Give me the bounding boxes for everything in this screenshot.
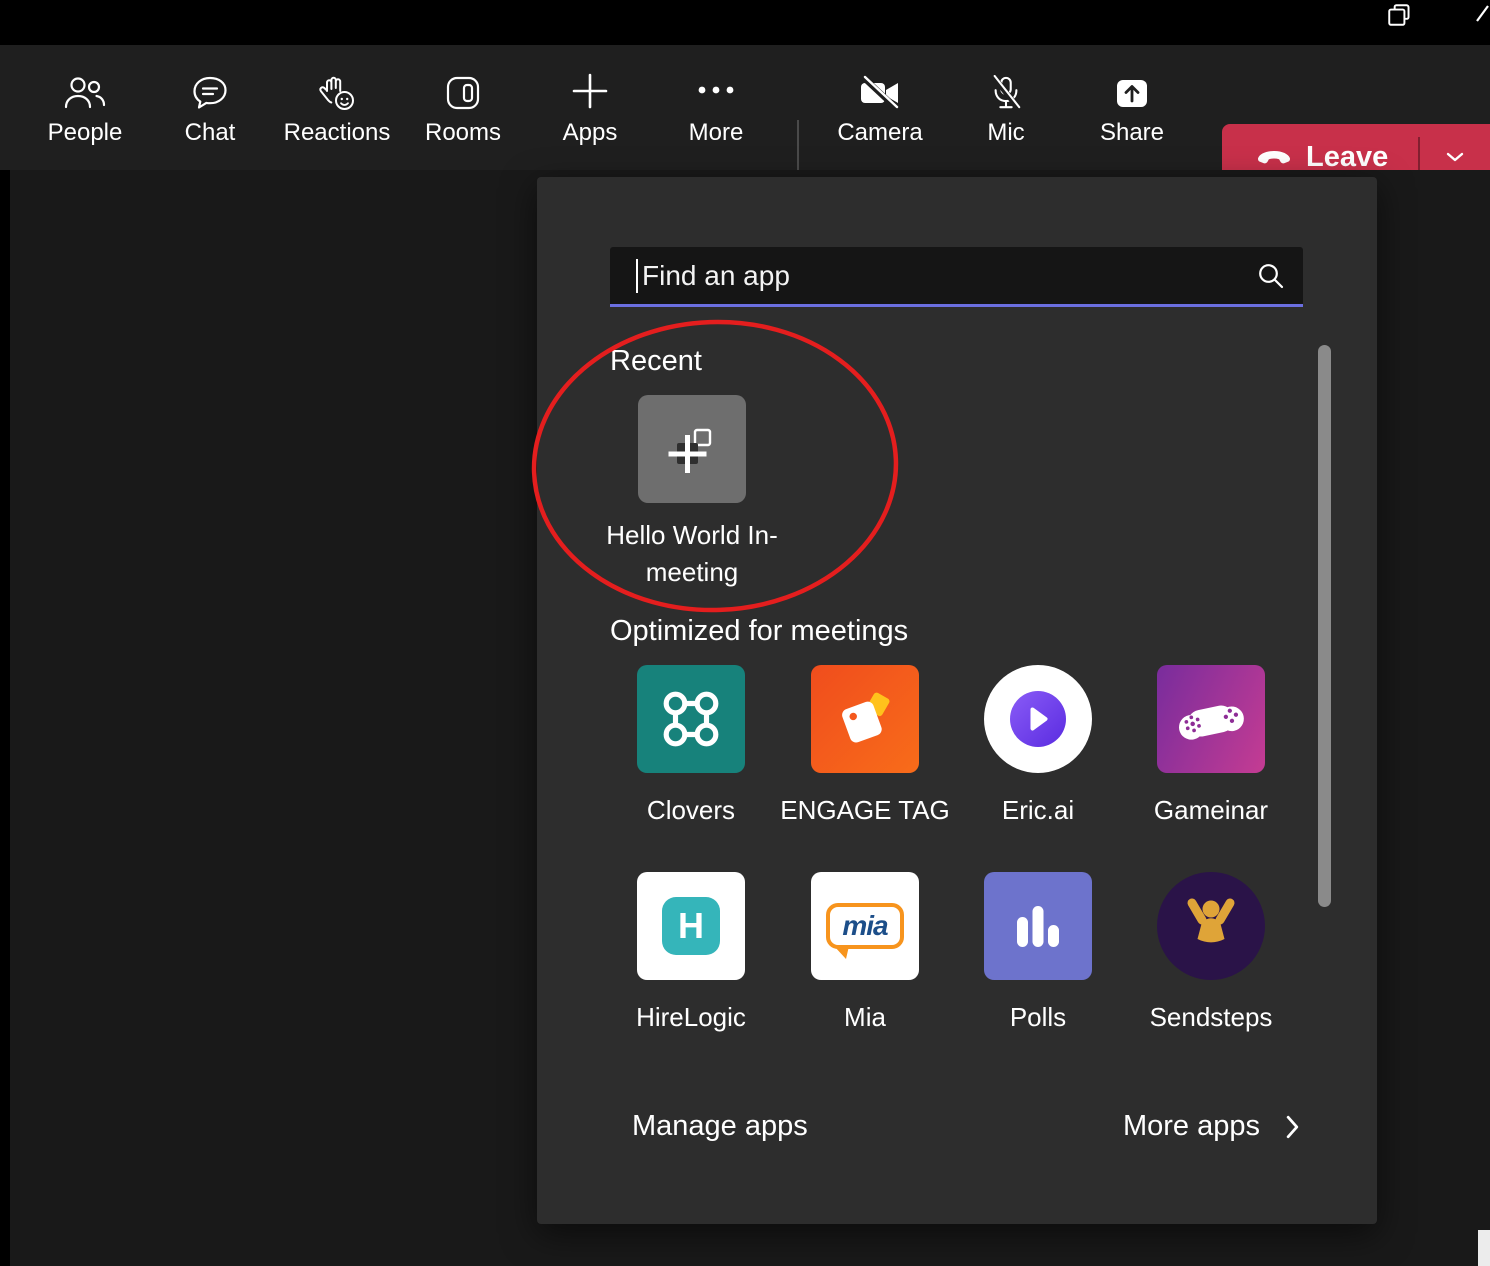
panel-scrollbar-thumb[interactable] xyxy=(1318,345,1331,907)
stage-left-edge xyxy=(0,170,10,1266)
speech-bubble-tail xyxy=(834,946,849,959)
app-tile-gameinar[interactable] xyxy=(1157,665,1265,773)
apps-flyout-panel: Recent Hello World In-meeting Optimized … xyxy=(537,177,1377,1224)
hirelogic-logo-icon: H xyxy=(662,897,720,955)
app-tile-sendsteps[interactable] xyxy=(1157,872,1265,980)
search-input[interactable] xyxy=(640,258,1257,293)
app-tile-mia[interactable]: mia xyxy=(811,872,919,980)
chevron-right-icon xyxy=(1286,1115,1299,1138)
reactions-icon xyxy=(317,69,357,111)
toolbar-item-rooms[interactable]: Rooms xyxy=(405,69,521,146)
toolbar-item-more[interactable]: More xyxy=(658,69,774,146)
window-close-icon[interactable] xyxy=(1474,2,1490,29)
app-tile-engage-tag[interactable] xyxy=(811,665,919,773)
app-tile-clovers[interactable] xyxy=(637,665,745,773)
app-label-eric-ai[interactable]: Eric.ai xyxy=(951,792,1125,829)
share-icon xyxy=(1113,69,1151,111)
cheering-person-icon xyxy=(1179,894,1243,958)
manage-apps-label: Manage apps xyxy=(632,1110,808,1142)
more-icon xyxy=(696,69,736,111)
toolbar-label: Chat xyxy=(184,119,236,146)
price-tag-icon xyxy=(834,688,896,750)
more-apps-label: More apps xyxy=(1122,1110,1260,1142)
app-label-polls[interactable]: Polls xyxy=(951,999,1125,1036)
toolbar-label: Apps xyxy=(562,119,618,146)
camera-off-icon xyxy=(859,69,901,111)
app-label-sendsteps[interactable]: Sendsteps xyxy=(1124,999,1298,1036)
section-title-optimized: Optimized for meetings xyxy=(610,615,909,647)
app-label-engage-tag[interactable]: ENGAGE TAG xyxy=(778,792,952,829)
mic-off-icon xyxy=(989,69,1023,111)
app-label-clovers[interactable]: Clovers xyxy=(604,792,778,829)
hirelogic-letter: H xyxy=(678,905,704,946)
toolbar-item-mic[interactable]: Mic xyxy=(948,69,1064,146)
call-end-icon xyxy=(1256,149,1292,165)
toolbar-label: Share xyxy=(1099,119,1165,146)
toolbar-label: More xyxy=(688,119,744,146)
manage-apps-link[interactable]: Manage apps xyxy=(632,1110,808,1143)
app-label-gameinar[interactable]: Gameinar xyxy=(1124,792,1298,829)
clovers-knot-icon xyxy=(660,688,722,750)
more-apps-link[interactable]: More apps xyxy=(1123,1110,1299,1143)
toolbar-item-reactions[interactable]: Reactions xyxy=(279,69,395,146)
text-caret xyxy=(636,258,638,293)
app-label-hirelogic[interactable]: HireLogic xyxy=(604,999,778,1036)
default-app-icon xyxy=(666,423,718,475)
toolbar-label: Mic xyxy=(987,119,1025,146)
toolbar-label: People xyxy=(47,119,123,146)
app-tile-polls[interactable] xyxy=(984,872,1092,980)
rooms-icon xyxy=(445,69,481,111)
people-icon xyxy=(63,69,107,111)
play-button-icon xyxy=(1010,691,1066,747)
mia-logo-text: mia xyxy=(842,910,888,941)
bar-chart-icon xyxy=(1010,898,1066,954)
app-label-mia[interactable]: Mia xyxy=(778,999,952,1036)
toolbar-item-chat[interactable]: Chat xyxy=(152,69,268,146)
leave-label: Leave xyxy=(1306,140,1389,173)
chevron-down-icon xyxy=(1446,152,1464,162)
app-tile-hello-world[interactable] xyxy=(638,395,746,503)
app-search-box[interactable] xyxy=(610,247,1303,307)
chat-icon xyxy=(191,69,229,111)
toolbar-item-apps[interactable]: Apps xyxy=(532,69,648,146)
toolbar-label: Camera xyxy=(837,119,923,146)
toolbar-label: Reactions xyxy=(283,119,391,146)
apps-panel-footer: Manage apps More apps xyxy=(632,1110,1299,1143)
app-label-hello-world[interactable]: Hello World In-meeting xyxy=(592,517,792,591)
toolbar-item-people[interactable]: People xyxy=(27,69,143,146)
window-scrollbar-fragment xyxy=(1478,1230,1490,1266)
toolbar-item-share[interactable]: Share xyxy=(1074,69,1190,146)
gamepad-icon xyxy=(1174,692,1248,746)
section-title-recent: Recent xyxy=(610,345,702,377)
toolbar-item-camera[interactable]: Camera xyxy=(822,69,938,146)
search-icon[interactable] xyxy=(1257,262,1285,290)
toolbar-label: Rooms xyxy=(424,119,502,146)
window-restore-icon[interactable] xyxy=(1386,2,1412,33)
mia-logo-icon: mia xyxy=(826,903,904,959)
apps-icon xyxy=(570,69,610,111)
window-title-bar xyxy=(0,0,1490,45)
app-tile-eric-ai[interactable] xyxy=(984,665,1092,773)
app-tile-hirelogic[interactable]: H xyxy=(637,872,745,980)
meeting-toolbar: People Chat Reactions Rooms Apps More Ca… xyxy=(0,45,1490,214)
